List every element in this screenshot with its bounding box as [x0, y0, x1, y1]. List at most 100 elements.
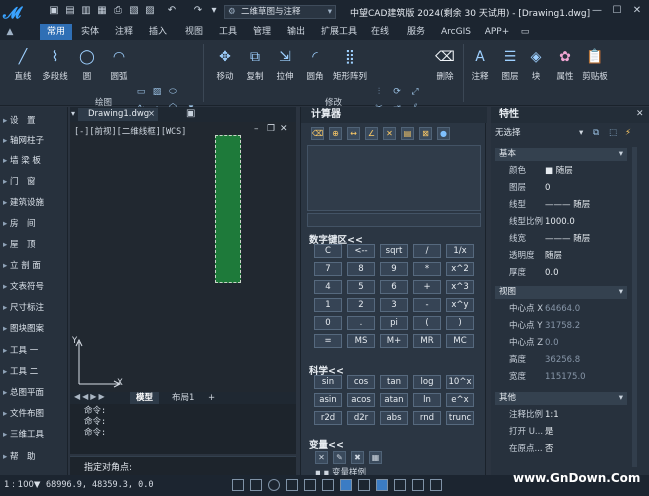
viewport-minimize-icon[interactable]: – — [254, 124, 259, 134]
calc-key[interactable]: pi — [380, 316, 408, 330]
command-input[interactable]: 指定对角点: — [70, 456, 296, 475]
viewport-close-icon[interactable]: ✕ — [280, 124, 288, 134]
delete-variable-icon[interactable]: ✖ — [351, 451, 364, 464]
save-as-icon[interactable]: ▦ — [96, 5, 108, 17]
tab-extended-tools[interactable]: 扩展工具 — [318, 24, 360, 40]
calc-key[interactable]: tan — [380, 375, 408, 389]
rectangle-icon[interactable]: ▭ — [134, 86, 148, 98]
calc-key[interactable]: asin — [314, 393, 342, 407]
print-icon[interactable]: ⎙ — [112, 5, 124, 17]
calc-key[interactable]: ln — [413, 393, 441, 407]
clipboard-button[interactable]: 📋 剪贴板 — [578, 44, 612, 92]
polar-tracking-icon[interactable] — [286, 479, 298, 491]
new-variable-icon[interactable]: ✕ — [315, 451, 328, 464]
selection-dropdown[interactable]: 无选择 ▾ ⧉ ⬚ ⚡ — [495, 126, 645, 140]
sidebar-item-blocks-hatch[interactable]: 图块图案 — [0, 319, 68, 339]
property-row[interactable]: 线型 ——— 随层 — [495, 197, 627, 214]
selection-cycling-icon[interactable] — [376, 479, 388, 491]
sidebar-item-site-plan[interactable]: 总图平面 — [0, 383, 68, 403]
tab-annotate[interactable]: 注释 — [110, 24, 138, 40]
workspace-select[interactable]: ⚙ 二维草图与注释 ▾ — [224, 5, 336, 19]
quick-select-icon[interactable]: ⚡ — [625, 126, 631, 140]
scale-icon[interactable]: ⤢ — [408, 86, 422, 98]
property-row[interactable]: 透明度 随层 — [495, 248, 627, 265]
sidebar-item-elevation[interactable]: 立 剖 面 — [0, 256, 68, 276]
calc-key[interactable]: x^y — [446, 298, 474, 312]
toggle-pickadd-icon[interactable]: ⧉ — [593, 126, 599, 140]
get-coordinates-icon[interactable]: ⊕ — [329, 127, 342, 140]
object-tracking-icon[interactable] — [322, 479, 334, 491]
rectangular-array-button[interactable]: ⣿ 矩形阵列 — [330, 44, 370, 92]
property-row[interactable]: 中心点 Y 31758.2 — [495, 318, 627, 335]
snap-mode-icon[interactable] — [232, 479, 244, 491]
calc-key[interactable]: 1/x — [446, 244, 474, 258]
redo-icon[interactable]: ↷ — [192, 5, 204, 17]
calc-key[interactable]: 1 — [314, 298, 342, 312]
grid-mode-icon[interactable] — [250, 479, 262, 491]
paste-icon[interactable]: ▤ — [401, 127, 414, 140]
close-icon[interactable]: ✕ — [636, 109, 644, 119]
calc-key[interactable]: 3 — [380, 298, 408, 312]
help-icon[interactable]: ● — [437, 127, 450, 140]
annotation-scale[interactable]: 1 : 100▼ — [4, 475, 40, 496]
calc-key[interactable]: 7 — [314, 262, 342, 276]
calc-key[interactable]: C — [314, 244, 342, 258]
fillet-button[interactable]: ◜ 圆角 — [298, 44, 332, 92]
edit-variable-icon[interactable]: ✎ — [333, 451, 346, 464]
tab-insert[interactable]: 插入 — [144, 24, 172, 40]
calc-key[interactable]: + — [413, 280, 441, 294]
save-icon[interactable]: ▥ — [80, 5, 92, 17]
category-basic[interactable]: 基本 — [495, 148, 627, 161]
calc-key[interactable]: - — [413, 298, 441, 312]
tab-arcgis[interactable]: ArcGIS — [438, 24, 474, 40]
ribbon-collapse-icon[interactable]: ▲ — [4, 24, 16, 40]
viewport-restore-icon[interactable]: ❐ — [267, 124, 275, 134]
calc-key[interactable]: MR — [413, 334, 441, 348]
sidebar-item-settings[interactable]: 设 置 — [0, 111, 68, 131]
calculator-variable-icon[interactable]: ▦ — [369, 451, 382, 464]
sidebar-item-tools-2[interactable]: 工具 二 — [0, 362, 68, 382]
new-tab-icon[interactable]: ▣ — [186, 108, 195, 119]
model-space-icon[interactable] — [412, 479, 424, 491]
viewport-label[interactable]: [-][前视][二维线框][WCS] — [74, 125, 186, 137]
delete-button[interactable]: ⌫ 删除 — [428, 44, 462, 92]
calc-key[interactable]: 5 — [347, 280, 375, 294]
new-file-icon[interactable]: ▣ — [48, 5, 60, 17]
move-button[interactable]: ✥ 移动 — [208, 44, 242, 92]
tab-app-plus[interactable]: APP+ — [482, 24, 512, 40]
maximize-button[interactable]: ☐ — [610, 4, 624, 18]
variables-section-label[interactable]: 变量<< — [309, 437, 344, 451]
category-other[interactable]: 其他 — [495, 392, 627, 405]
tab-manage[interactable]: 管理 — [248, 24, 276, 40]
copy-icon[interactable]: ▨ — [144, 5, 156, 17]
angle-icon[interactable]: ∠ — [365, 127, 378, 140]
property-row[interactable]: 线型比例 1000.0 — [495, 214, 627, 231]
sidebar-item-roof[interactable]: 屋 顶 — [0, 235, 68, 255]
calc-key[interactable]: 9 — [380, 262, 408, 276]
selected-rectangle[interactable] — [215, 135, 241, 283]
arc-button[interactable]: ◠ 圆弧 — [102, 44, 136, 92]
calc-key[interactable]: cos — [347, 375, 375, 389]
add-layout-button[interactable]: + — [202, 392, 221, 404]
close-button[interactable]: ✕ — [630, 4, 644, 18]
tab-model[interactable]: 模型 — [130, 392, 160, 404]
object-snap-icon[interactable] — [304, 479, 316, 491]
copy-button[interactable]: ⧉ 复制 — [238, 44, 272, 92]
property-row[interactable]: 图层 0 — [495, 180, 627, 197]
property-row[interactable]: 注释比例 1:1 — [495, 407, 627, 424]
calc-key[interactable]: 2 — [347, 298, 375, 312]
plot-icon[interactable]: ▧ — [128, 5, 140, 17]
calc-key[interactable]: 8 — [347, 262, 375, 276]
intersection-icon[interactable]: ✕ — [383, 127, 396, 140]
calculator-input[interactable] — [307, 213, 481, 227]
calc-key[interactable]: 6 — [380, 280, 408, 294]
sidebar-item-walls-beams[interactable]: 墙 梁 板 — [0, 151, 68, 171]
calc-key[interactable]: x^2 — [446, 262, 474, 276]
tab-view[interactable]: 视图 — [180, 24, 208, 40]
tab-tools[interactable]: 工具 — [214, 24, 242, 40]
calc-key[interactable]: <-- — [347, 244, 375, 258]
calc-key[interactable]: atan — [380, 393, 408, 407]
tab-layout1[interactable]: 布局1 — [166, 392, 200, 404]
calc-key[interactable]: r2d — [314, 411, 342, 425]
tab-service[interactable]: 服务 — [402, 24, 430, 40]
